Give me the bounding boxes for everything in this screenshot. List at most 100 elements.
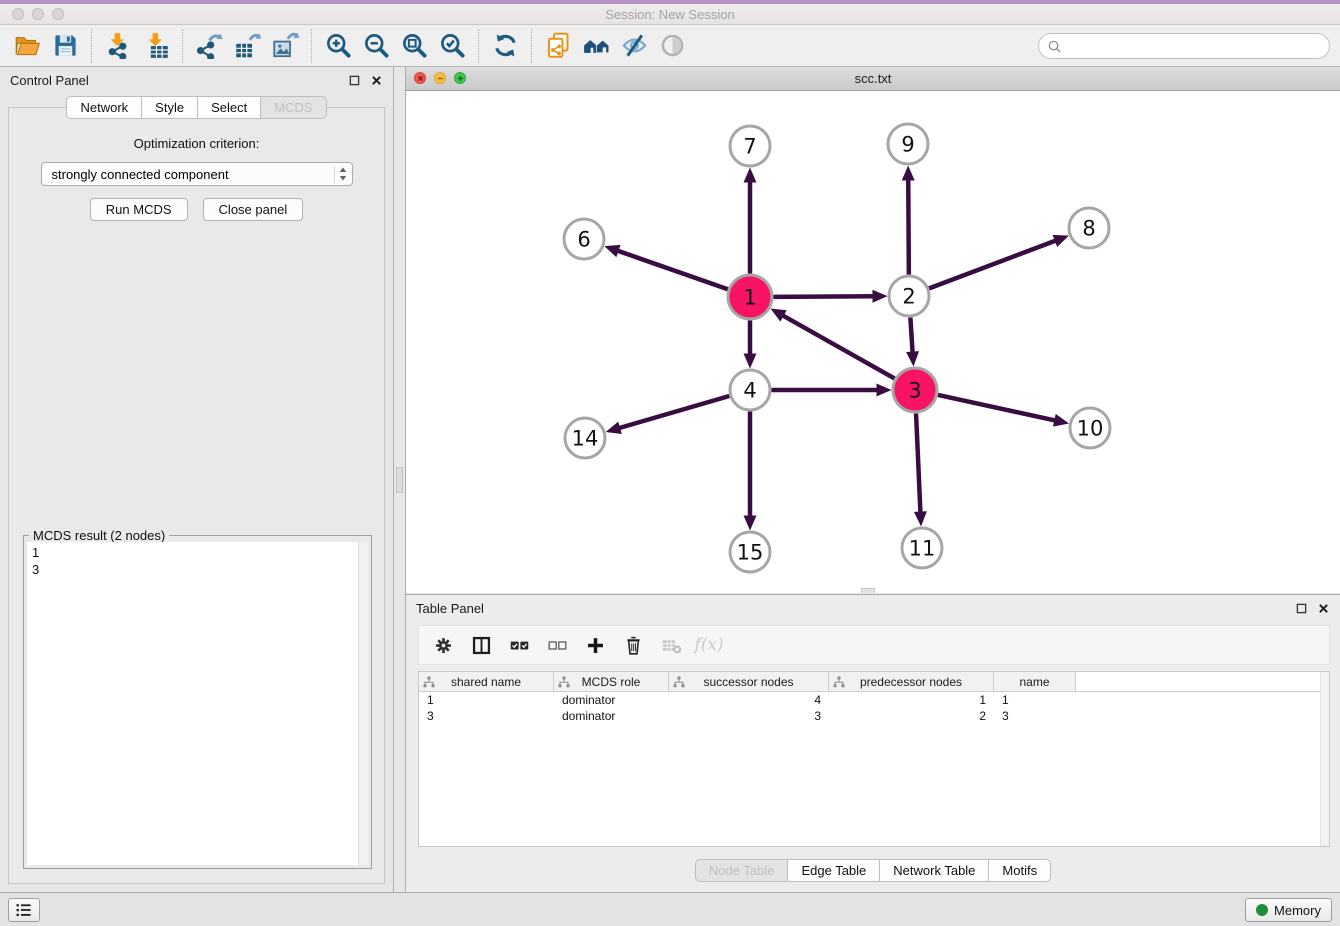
zoom-selected-button[interactable] bbox=[433, 28, 471, 64]
table-scrollbar[interactable] bbox=[1320, 672, 1329, 846]
result-item[interactable]: 3 bbox=[32, 561, 353, 578]
tree-hierarchy-icon bbox=[558, 676, 570, 688]
cell-mcds-role[interactable]: dominator bbox=[554, 692, 669, 708]
table-row[interactable]: 1dominator411 bbox=[419, 692, 1329, 708]
zoom-fit-button[interactable] bbox=[395, 28, 433, 64]
graph-edge-3-10[interactable] bbox=[938, 395, 1069, 427]
graph-node-3[interactable]: 3 bbox=[893, 368, 937, 412]
table-float-panel-button[interactable] bbox=[1294, 601, 1308, 615]
graph-node-8[interactable]: 8 bbox=[1069, 208, 1109, 248]
add-column-button[interactable] bbox=[579, 629, 611, 661]
copy-network-button[interactable] bbox=[539, 28, 577, 64]
list-icon bbox=[15, 903, 33, 917]
graph-node-label: 4 bbox=[743, 379, 756, 403]
graph-node-1[interactable]: 1 bbox=[728, 275, 772, 319]
delete-column-button[interactable] bbox=[617, 629, 649, 661]
float-panel-button[interactable] bbox=[347, 73, 361, 87]
task-history-button[interactable] bbox=[8, 898, 40, 922]
vertical-splitter[interactable] bbox=[394, 67, 406, 892]
splitter-grip[interactable] bbox=[396, 467, 403, 493]
cell-successor-nodes[interactable]: 3 bbox=[669, 708, 829, 724]
graph-edge-2-9[interactable] bbox=[902, 165, 915, 274]
cell-shared-name[interactable]: 1 bbox=[419, 692, 554, 708]
save-session-button[interactable] bbox=[46, 28, 84, 64]
show-all-button[interactable] bbox=[653, 28, 691, 64]
search-input[interactable] bbox=[1062, 36, 1329, 56]
graph-node-11[interactable]: 11 bbox=[902, 528, 942, 568]
canvas-resize-grip[interactable] bbox=[861, 588, 875, 593]
graph-node-6[interactable]: 6 bbox=[564, 219, 604, 259]
export-network-button[interactable] bbox=[190, 28, 228, 64]
network-canvas[interactable]: 7 9 6 8 1 2 4 3 14 10 15 11 bbox=[406, 91, 1340, 593]
table-settings-button[interactable] bbox=[427, 629, 459, 661]
memory-button[interactable]: Memory bbox=[1245, 898, 1332, 922]
graph-node-4[interactable]: 4 bbox=[730, 370, 770, 410]
select-all-columns-button[interactable] bbox=[503, 629, 535, 661]
graph-edge-3-11[interactable] bbox=[914, 413, 927, 526]
graph-edge-3-1[interactable] bbox=[770, 309, 894, 379]
result-item[interactable]: 1 bbox=[32, 544, 353, 561]
graph-edge-1-2[interactable] bbox=[773, 290, 887, 303]
table-tab-node-table[interactable]: Node Table bbox=[695, 859, 789, 882]
refresh-button[interactable] bbox=[486, 28, 524, 64]
graph-edge-4-3[interactable] bbox=[772, 384, 892, 397]
column-header-shared-name[interactable]: shared name bbox=[419, 672, 554, 691]
result-scrollbar[interactable] bbox=[358, 542, 368, 865]
graph-node-7[interactable]: 7 bbox=[730, 126, 770, 166]
graph-edge-2-3[interactable] bbox=[906, 317, 919, 366]
graph-edge-2-8[interactable] bbox=[929, 235, 1069, 289]
cell-shared-name[interactable]: 3 bbox=[419, 708, 554, 724]
hide-selected-button[interactable] bbox=[615, 28, 653, 64]
graph-node-10[interactable]: 10 bbox=[1070, 408, 1110, 448]
cell-mcds-role[interactable]: dominator bbox=[554, 708, 669, 724]
table-close-panel-button[interactable] bbox=[1316, 601, 1330, 615]
column-header-predecessor-nodes[interactable]: predecessor nodes bbox=[829, 672, 994, 691]
toolbar-separator bbox=[182, 29, 183, 63]
tab-style[interactable]: Style bbox=[141, 96, 198, 119]
table-tab-edge-table[interactable]: Edge Table bbox=[787, 859, 880, 882]
table-header-row: shared name MCDS rolesuccessor nodesprede… bbox=[419, 672, 1329, 692]
graph-edge-4-14[interactable] bbox=[606, 396, 730, 434]
column-header-mcds-role[interactable]: MCDS role bbox=[554, 672, 669, 691]
column-label: shared name bbox=[451, 675, 521, 689]
zoom-in-button[interactable] bbox=[319, 28, 357, 64]
column-header-successor-nodes[interactable]: successor nodes bbox=[669, 672, 829, 691]
graph-edge-1-6[interactable] bbox=[604, 245, 728, 289]
toggle-columns-button[interactable] bbox=[465, 629, 497, 661]
close-panel-action-button[interactable]: Close panel bbox=[203, 198, 304, 221]
table-row[interactable]: 3dominator323 bbox=[419, 708, 1329, 724]
cell-successor-nodes[interactable]: 4 bbox=[669, 692, 829, 708]
graph-edge-1-7[interactable] bbox=[744, 168, 757, 274]
graph-node-9[interactable]: 9 bbox=[888, 124, 928, 164]
close-panel-button[interactable] bbox=[369, 73, 383, 87]
run-mcds-button[interactable]: Run MCDS bbox=[90, 198, 188, 221]
zoom-out-icon bbox=[363, 32, 390, 59]
import-network-button[interactable] bbox=[99, 28, 137, 64]
function-builder-button[interactable]: f(x) bbox=[693, 629, 725, 661]
graph-node-14[interactable]: 14 bbox=[565, 418, 605, 458]
delete-table-button[interactable] bbox=[655, 629, 687, 661]
column-header-name[interactable]: name bbox=[994, 672, 1076, 691]
open-session-button[interactable] bbox=[8, 28, 46, 64]
table-tab-motifs[interactable]: Motifs bbox=[988, 859, 1051, 882]
import-table-button[interactable] bbox=[137, 28, 175, 64]
criterion-select[interactable]: strongly connected component bbox=[41, 162, 353, 186]
cell-name[interactable]: 3 bbox=[994, 708, 1076, 724]
cell-predecessor-nodes[interactable]: 1 bbox=[829, 692, 994, 708]
export-table-button[interactable] bbox=[228, 28, 266, 64]
graph-edge-1-4[interactable] bbox=[744, 321, 757, 369]
toolbar-separator bbox=[478, 29, 479, 63]
zoom-out-button[interactable] bbox=[357, 28, 395, 64]
export-image-button[interactable] bbox=[266, 28, 304, 64]
graph-node-2[interactable]: 2 bbox=[889, 276, 929, 316]
tab-network[interactable]: Network bbox=[66, 96, 142, 119]
cell-predecessor-nodes[interactable]: 2 bbox=[829, 708, 994, 724]
tab-select[interactable]: Select bbox=[197, 96, 261, 119]
graph-node-15[interactable]: 15 bbox=[730, 532, 770, 572]
cell-name[interactable]: 1 bbox=[994, 692, 1076, 708]
first-neighbors-button[interactable] bbox=[577, 28, 615, 64]
tab-mcds[interactable]: MCDS bbox=[260, 96, 326, 119]
deselect-all-columns-button[interactable] bbox=[541, 629, 573, 661]
table-tab-network-table[interactable]: Network Table bbox=[879, 859, 989, 882]
graph-edge-4-15[interactable] bbox=[744, 412, 757, 531]
